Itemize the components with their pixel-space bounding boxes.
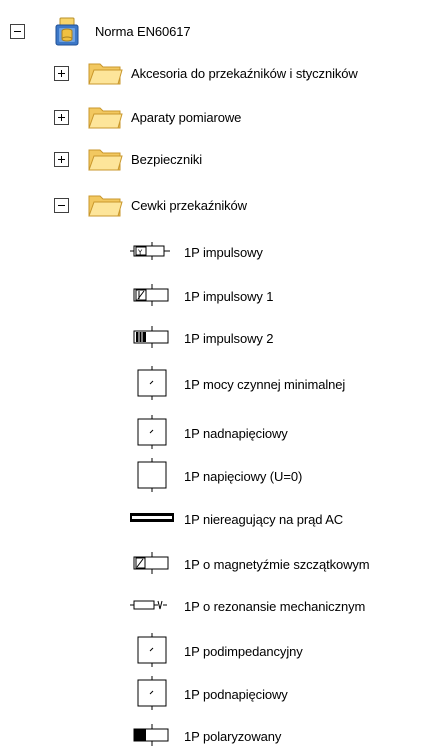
item-label: 1P impulsowy 2 <box>184 331 274 346</box>
item-label: 1P mocy czynnej minimalnej <box>184 377 346 392</box>
item-label: 1P polaryzowany <box>184 729 282 744</box>
symbol-library-tree: Norma EN60617 Akcesoria do przekaźników … <box>0 0 442 750</box>
expand-toggle[interactable] <box>54 110 69 125</box>
relay-coil-impulse-1-icon <box>133 284 169 306</box>
tree-item-1[interactable]: 1P impulsowy 1 <box>0 282 442 312</box>
tree-folder-1[interactable]: Aparaty pomiarowe <box>0 103 442 133</box>
tree-folder-0[interactable]: Akcesoria do przekaźników i styczników <box>0 59 442 89</box>
folder-icon <box>88 63 123 85</box>
tree-item-0[interactable]: Y 1P impulsowy <box>0 238 442 268</box>
root-label: Norma EN60617 <box>95 24 191 39</box>
tree-folder-2[interactable]: Bezpieczniki <box>0 145 442 175</box>
tree-item-11[interactable]: 1P polaryzowany <box>0 722 442 750</box>
item-label: 1P impulsowy <box>184 245 263 260</box>
tree-folder-3[interactable]: Cewki przekaźników <box>0 191 442 221</box>
item-label: 1P podnapięciowy <box>184 687 288 702</box>
relay-coil-underimpedance-icon <box>137 633 167 667</box>
folder-label: Aparaty pomiarowe <box>131 110 242 125</box>
tree-item-7[interactable]: 1P o magnetyźmie szczątkowym <box>0 550 442 580</box>
collapse-toggle[interactable] <box>10 24 25 39</box>
relay-coil-undervoltage-icon <box>137 676 167 710</box>
relay-coil-min-active-power-icon <box>137 366 167 400</box>
tree-item-5[interactable]: 1P napięciowy (U=0) <box>0 458 442 492</box>
tree-item-8[interactable]: 1P o rezonansie mechanicznym <box>0 592 442 622</box>
relay-coil-polarized-icon <box>133 724 169 746</box>
expand-toggle[interactable] <box>54 152 69 167</box>
folder-icon <box>88 195 123 217</box>
folder-label: Akcesoria do przekaźników i styczników <box>131 66 358 81</box>
item-label: 1P napięciowy (U=0) <box>184 469 303 484</box>
relay-coil-resonance-icon <box>130 600 167 610</box>
relay-coil-ac-insensitive-icon <box>130 513 174 522</box>
tree-item-6[interactable]: 1P niereagujący na prąd AC <box>0 505 442 535</box>
tree-item-10[interactable]: 1P podnapięciowy <box>0 676 442 710</box>
relay-coil-voltage-icon <box>137 458 167 492</box>
folder-icon <box>88 107 123 129</box>
tree-node-root[interactable]: Norma EN60617 <box>0 17 442 47</box>
collapse-toggle[interactable] <box>54 198 69 213</box>
tree-item-3[interactable]: 1P mocy czynnej minimalnej <box>0 366 442 400</box>
item-label: 1P o magnetyźmie szczątkowym <box>184 557 370 572</box>
tree-item-4[interactable]: 1P nadnapięciowy <box>0 415 442 449</box>
item-label: 1P o rezonansie mechanicznym <box>184 599 366 614</box>
item-label: 1P nadnapięciowy <box>184 426 288 441</box>
folder-label: Cewki przekaźników <box>131 198 247 213</box>
relay-coil-overvoltage-icon <box>137 415 167 449</box>
expand-toggle[interactable] <box>54 66 69 81</box>
database-folder-icon <box>55 17 79 46</box>
relay-coil-impulse-2-icon <box>133 326 169 348</box>
svg-text:Y: Y <box>137 249 143 257</box>
tree-item-2[interactable]: 1P impulsowy 2 <box>0 324 442 354</box>
relay-coil-remanence-icon <box>133 552 169 574</box>
folder-icon <box>88 149 123 171</box>
item-label: 1P niereagujący na prąd AC <box>184 512 344 527</box>
relay-coil-impulse-y-icon: Y <box>130 242 170 260</box>
folder-label: Bezpieczniki <box>131 152 203 167</box>
item-label: 1P impulsowy 1 <box>184 289 274 304</box>
tree-item-9[interactable]: 1P podimpedancyjny <box>0 633 442 667</box>
item-label: 1P podimpedancyjny <box>184 644 303 659</box>
